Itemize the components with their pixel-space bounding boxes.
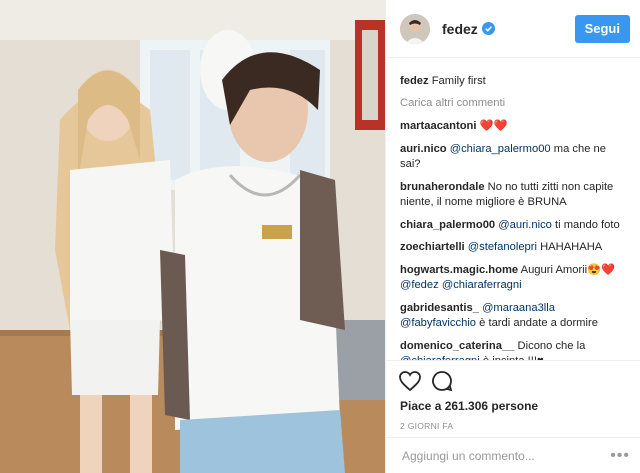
mention-link[interactable]: @chiaraferragni: [442, 279, 522, 291]
mention-link[interactable]: @fabyfavicchio: [400, 317, 476, 329]
post-author-username[interactable]: fedez: [442, 21, 478, 37]
mention-link[interactable]: @maraana3lla: [482, 302, 555, 314]
comment-username[interactable]: martaacantoni: [400, 120, 476, 132]
add-comment-bar: •••: [386, 437, 640, 473]
mention-link[interactable]: @fedez: [400, 279, 439, 291]
comment-username[interactable]: chiara_palermo00: [400, 219, 495, 231]
avatar[interactable]: [400, 13, 430, 44]
comment-item: chiara_palermo00 @auri.nico ti mando fot…: [400, 218, 628, 234]
comment-username[interactable]: hogwarts.magic.home: [400, 264, 518, 276]
post-header: fedez Segui: [386, 0, 640, 58]
heart-icon[interactable]: [398, 369, 422, 393]
comment-item: auri.nico @chiara_palermo00 ma che ne sa…: [400, 142, 628, 173]
likes-count[interactable]: Piace a 261.306 persone: [386, 395, 640, 413]
comment-text: Auguri Amorii😍❤️: [520, 263, 616, 276]
comment-item: brunaherondale No no tutti zitti non cap…: [400, 180, 628, 211]
comments-section: fedez Family first Carica altri commenti…: [386, 58, 640, 360]
more-options-icon[interactable]: •••: [610, 447, 630, 465]
mention-link[interactable]: @chiara_palermo00: [450, 143, 551, 155]
comment-icon[interactable]: [430, 369, 454, 393]
comment-text: HAHAHAHA: [536, 241, 603, 253]
follow-button[interactable]: Segui: [574, 14, 630, 43]
photo-illustration: [0, 0, 385, 473]
comment-list: martaacantoni ❤️❤️ auri.nico @chiara_pale…: [400, 119, 628, 360]
comment-username[interactable]: zoechiartelli: [400, 241, 465, 253]
verified-badge-icon: [481, 22, 495, 35]
comment-text: ti mando foto: [551, 218, 620, 231]
comment-username[interactable]: domenico_caterina__: [400, 340, 514, 352]
post-caption: fedez Family first: [400, 74, 628, 90]
comment-text: ❤️❤️: [479, 120, 508, 132]
comment-item: gabridesantis_ @maraana3lla @fabyfavicch…: [400, 301, 628, 332]
mention-link[interactable]: @stefanolepri: [468, 241, 537, 253]
post-sidebar: fedez Segui fedez Family first Carica al…: [385, 0, 640, 473]
comment-item: zoechiartelli @stefanolepri HAHAHAHA: [400, 240, 628, 256]
caption-text: Family first: [431, 75, 486, 87]
mention-link[interactable]: @auri.nico: [498, 219, 552, 231]
post-photo[interactable]: [0, 0, 385, 473]
comment-item: domenico_caterina__ Dicono che la @chiar…: [400, 339, 628, 361]
comment-username[interactable]: brunaherondale: [400, 181, 485, 193]
load-more-comments-link[interactable]: Carica altri commenti: [400, 96, 628, 112]
caption-username[interactable]: fedez: [400, 75, 429, 87]
comment-username[interactable]: auri.nico: [400, 143, 447, 155]
comment-item: hogwarts.magic.home Auguri Amorii😍❤️ @fe…: [400, 263, 628, 294]
comment-text: è tardi andate a dormire: [476, 317, 598, 329]
action-icons: [386, 361, 640, 395]
comment-username[interactable]: gabridesantis_: [400, 302, 479, 314]
post-timestamp: 2 GIORNI FA: [400, 421, 454, 431]
instagram-post: fedez Segui fedez Family first Carica al…: [0, 0, 640, 473]
comment-text: Dicono che la: [517, 339, 586, 352]
comment-item: martaacantoni ❤️❤️: [400, 119, 628, 135]
add-comment-input[interactable]: [400, 447, 611, 464]
